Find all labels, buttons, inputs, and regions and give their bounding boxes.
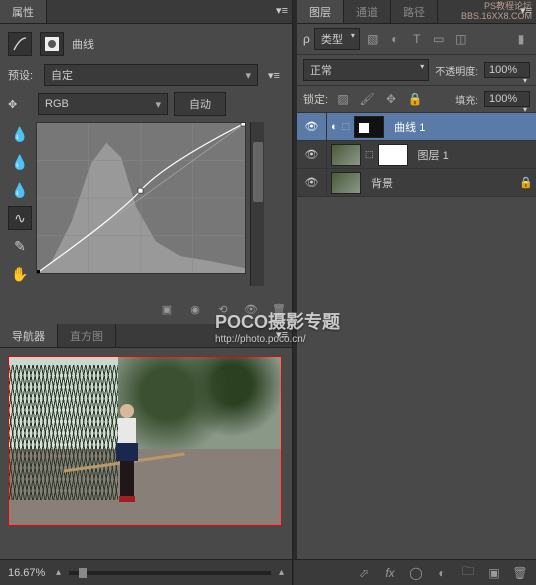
blend-mode-dropdown[interactable]: 正常 — [303, 59, 429, 81]
lock-all-icon[interactable]: 🔒 — [406, 90, 424, 108]
panel-menu-icon[interactable]: ▾≡ — [276, 4, 288, 17]
layer-item-background[interactable]: 👁 背景 🔒 — [297, 169, 536, 197]
mask-thumbnail[interactable] — [354, 116, 384, 138]
mask-thumbnail[interactable] — [378, 144, 408, 166]
channels-tab[interactable]: 通道 — [344, 0, 391, 23]
link-icon: ⬚ — [365, 149, 374, 160]
layer-thumbnail[interactable] — [331, 144, 361, 166]
lock-icon: 🔒 — [519, 176, 533, 189]
group-icon[interactable]: 🗀 — [460, 565, 476, 581]
preset-dropdown[interactable]: 自定 — [44, 64, 258, 86]
paths-tab[interactable]: 路径 — [391, 0, 438, 23]
layer-list: 👁 ◐ ⬚ 曲线 1 👁 ⬚ 图层 1 👁 背景 🔒 — [297, 113, 536, 197]
lock-label: 锁定: — [303, 91, 328, 107]
link-icon: ⬚ — [342, 121, 351, 132]
filter-type-dropdown[interactable]: 类型 — [314, 28, 360, 50]
eyedropper-black-icon[interactable]: 💧 — [8, 122, 32, 146]
histogram-tab[interactable]: 直方图 — [58, 324, 116, 347]
adjustment-thumb-icon: ◐ — [331, 121, 338, 133]
layer-actions: ⬀ fx ◯ ◐ 🗀 ▣ 🗑 — [294, 559, 536, 585]
preset-menu-icon[interactable]: ▾≡ — [264, 64, 284, 86]
layer-item-curves[interactable]: 👁 ◐ ⬚ 曲线 1 — [297, 113, 536, 141]
fx-icon[interactable]: fx — [382, 565, 398, 581]
zoom-bar: 16.67% ▴ ▴ — [0, 559, 292, 585]
filter-pixel-icon[interactable]: ▧ — [364, 30, 382, 48]
layer-thumbnail[interactable] — [331, 172, 361, 194]
visibility-icon[interactable]: 👁 — [305, 120, 319, 134]
lock-image-icon[interactable]: 🖌 — [358, 90, 376, 108]
adjustment-layer-icon[interactable]: ◐ — [434, 565, 450, 581]
zoom-in-icon[interactable]: ▴ — [279, 567, 284, 578]
clip-icon[interactable]: ▣ — [158, 300, 176, 318]
layer-name[interactable]: 图层 1 — [412, 147, 536, 163]
lock-row: 锁定: ▨ 🖌 ✥ 🔒 填充: 100% — [297, 86, 536, 113]
navigator-tab[interactable]: 导航器 — [0, 324, 58, 347]
adjustment-title: 曲线 — [72, 36, 94, 52]
trash-icon[interactable]: 🗑 — [512, 565, 528, 581]
filter-adjust-icon[interactable]: ◐ — [386, 30, 404, 48]
layer-item-layer1[interactable]: 👁 ⬚ 图层 1 — [297, 141, 536, 169]
opacity-input[interactable]: 100% — [484, 62, 530, 78]
fill-label: 填充: — [455, 92, 478, 107]
zoom-value[interactable]: 16.67% — [8, 567, 48, 579]
visibility-icon[interactable]: 👁 — [305, 148, 319, 162]
top-watermark: PS教程论坛 BBS.16XX8.COM — [461, 2, 532, 22]
mask-icon[interactable] — [40, 32, 64, 56]
curves-icon[interactable] — [8, 32, 32, 56]
filter-toggle-icon[interactable]: ▮ — [512, 30, 530, 48]
properties-tab[interactable]: 属性 — [0, 0, 47, 23]
filter-row: ρ 类型 ▧ ◐ T ▭ ◫ ▮ — [297, 24, 536, 55]
draw-curve-icon[interactable]: ✎ — [8, 234, 32, 258]
curve-tool-strip: 💧 💧 💧 ∿ ✎ ✋ — [8, 122, 32, 286]
edit-points-icon[interactable]: ∿ — [8, 206, 32, 230]
target-adjust-icon[interactable]: ✥ — [8, 98, 32, 111]
filter-smart-icon[interactable]: ◫ — [452, 30, 470, 48]
lock-transparent-icon[interactable]: ▨ — [334, 90, 352, 108]
properties-body: 曲线 预设: 自定 ▾≡ ✥ RGB 自动 💧 💧 💧 ∿ ✎ ✋ — [0, 24, 292, 294]
properties-scrollbar[interactable] — [250, 122, 264, 286]
layers-tab[interactable]: 图层 — [297, 0, 344, 23]
mask-icon[interactable]: ◯ — [408, 565, 424, 581]
opacity-label: 不透明度: — [435, 63, 478, 78]
properties-header: 属性 ▾≡ — [0, 0, 292, 24]
hand-icon[interactable]: ✋ — [8, 262, 32, 286]
layer-name[interactable]: 曲线 1 — [388, 119, 536, 135]
auto-button[interactable]: 自动 — [174, 92, 226, 116]
eyedropper-gray-icon[interactable]: 💧 — [8, 150, 32, 174]
lock-position-icon[interactable]: ✥ — [382, 90, 400, 108]
layer-name[interactable]: 背景 — [365, 175, 516, 191]
curve-graph[interactable] — [36, 122, 246, 274]
filter-type-icon[interactable]: T — [408, 30, 426, 48]
filter-shape-icon[interactable]: ▭ — [430, 30, 448, 48]
link-layers-icon[interactable]: ⬀ — [356, 565, 372, 581]
new-layer-icon[interactable]: ▣ — [486, 565, 502, 581]
blend-row: 正常 不透明度: 100% — [297, 55, 536, 86]
navigator-image[interactable] — [8, 356, 282, 526]
eyedropper-white-icon[interactable]: 💧 — [8, 178, 32, 202]
fill-input[interactable]: 100% — [484, 91, 530, 107]
zoom-out-icon[interactable]: ▴ — [56, 567, 61, 578]
zoom-slider[interactable] — [69, 571, 271, 575]
watermark: POCO摄影专题 http://photo.poco.cn/ — [215, 308, 340, 345]
preset-label: 预设: — [8, 67, 38, 83]
previous-state-icon[interactable]: ◉ — [186, 300, 204, 318]
visibility-icon[interactable]: 👁 — [305, 176, 319, 190]
navigator-body — [0, 348, 292, 559]
channel-dropdown[interactable]: RGB — [38, 93, 168, 115]
